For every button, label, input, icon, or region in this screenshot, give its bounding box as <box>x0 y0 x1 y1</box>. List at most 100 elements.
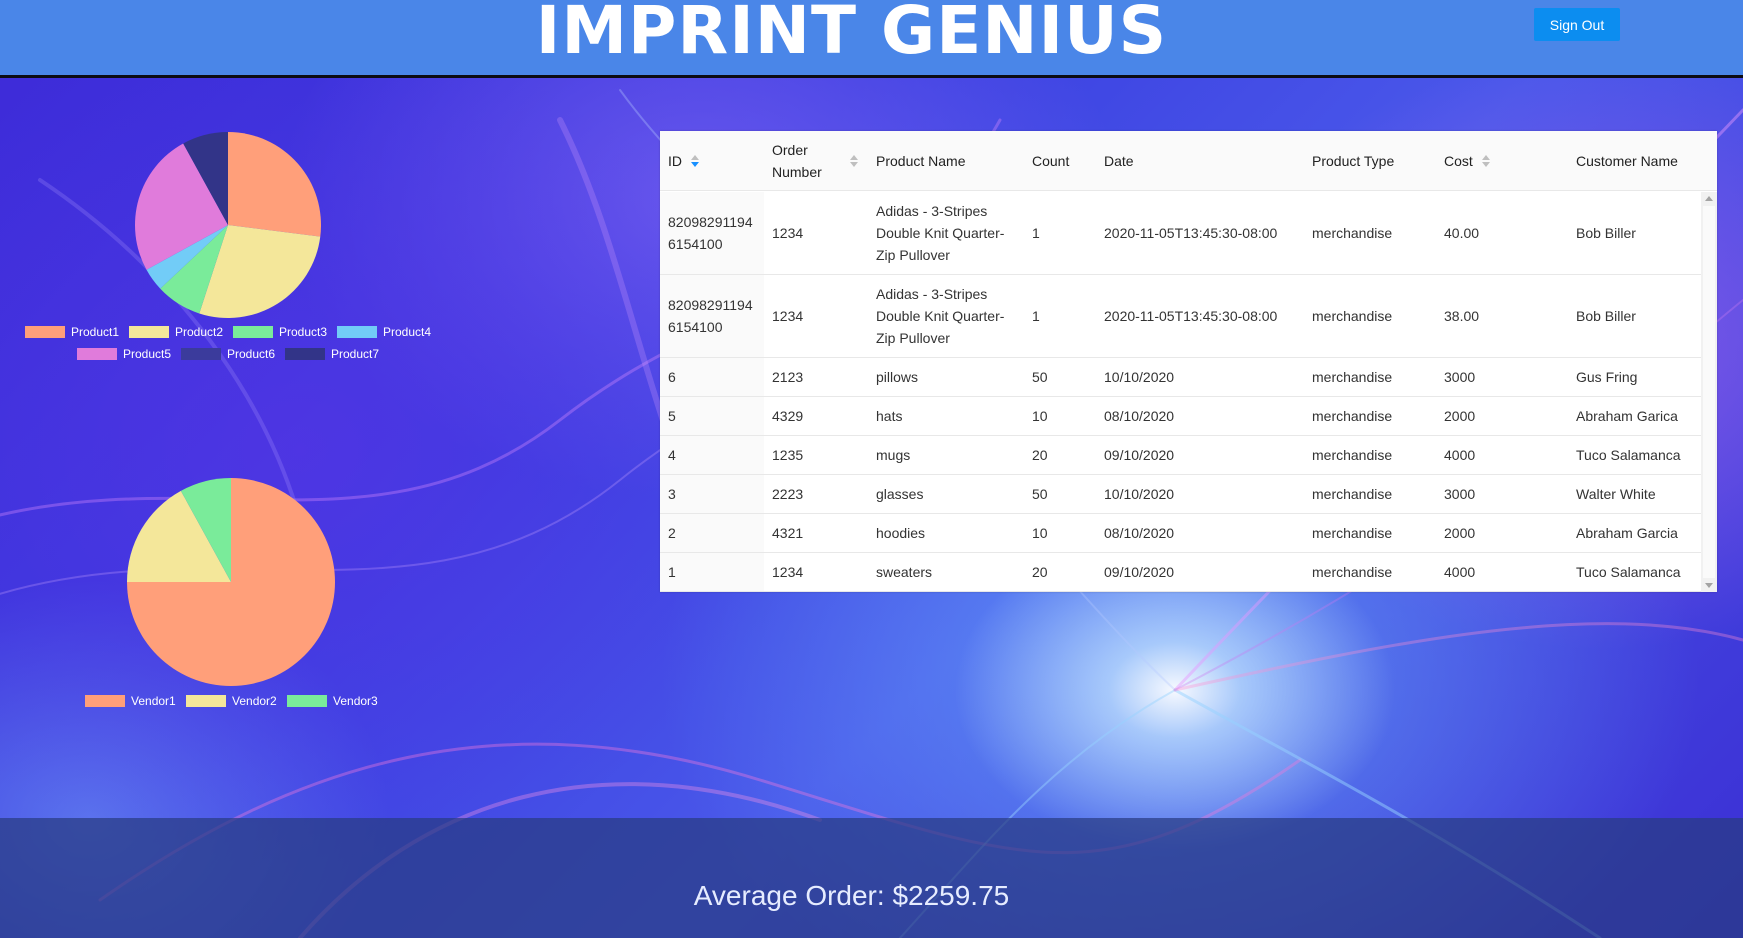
table-row[interactable]: 3 2223 glasses 50 10/10/2020 merchandise 3000 W… <box>660 475 1701 514</box>
table-cell: 1 <box>1032 192 1098 274</box>
cell-text: 2123 <box>772 369 804 385</box>
scrollbar-thumb[interactable] <box>1703 206 1715 578</box>
table-cell: mugs <box>876 436 1026 474</box>
order-number-sort-icon[interactable] <box>850 155 858 169</box>
legend-swatch <box>25 326 65 338</box>
cell-text: Gus Fring <box>1576 369 1638 385</box>
table-cell: 10/10/2020 <box>1104 475 1304 513</box>
cell-text: 40.00 <box>1444 225 1480 241</box>
legend-item-product3[interactable]: Product3 <box>233 325 327 339</box>
legend-swatch <box>181 348 221 360</box>
legend-item-product6[interactable]: Product6 <box>181 347 275 361</box>
cell-text: 6 <box>668 369 676 385</box>
column-header-label: Order Number <box>772 142 822 180</box>
table-scrollbar[interactable] <box>1701 192 1717 592</box>
column-header-label: ID <box>668 153 682 169</box>
table-cell: Tuco Salamanca <box>1576 553 1701 591</box>
cell-text: 08/10/2020 <box>1104 525 1175 541</box>
cell-text: merchandise <box>1312 486 1393 502</box>
legend-item-vendor2[interactable]: Vendor2 <box>186 694 277 708</box>
table-cell: 3000 <box>1444 475 1570 513</box>
cell-text: 1234 <box>772 225 804 241</box>
legend-label: Product6 <box>227 347 276 361</box>
table-row[interactable]: 1 1234 sweaters 20 09/10/2020 merchandise 4000… <box>660 553 1701 592</box>
cell-text: 5 <box>668 408 676 424</box>
table-row[interactable]: 820982911946154100 1234 Adidas - 3-Stripes… <box>660 275 1701 358</box>
cell-text: 1 <box>1032 225 1040 241</box>
cell-text: hats <box>876 408 903 424</box>
column-header-date[interactable]: Date <box>1104 131 1284 191</box>
table-cell: 50 <box>1032 475 1098 513</box>
table-cell: 4000 <box>1444 436 1570 474</box>
table-cell: 2000 <box>1444 514 1570 552</box>
column-header-product-type[interactable]: Product Type <box>1312 131 1432 191</box>
table-cell: merchandise <box>1312 475 1438 513</box>
table-row[interactable]: 4 1235 mugs 20 09/10/2020 merchandise 4000 Tuco… <box>660 436 1701 475</box>
legend-item-vendor3[interactable]: Vendor3 <box>287 694 378 708</box>
table-cell: 4321 <box>772 514 870 552</box>
sign-out-button[interactable]: Sign Out <box>1534 8 1620 41</box>
id-sort-icon[interactable] <box>691 155 699 169</box>
table-body: 820982911946154100 1234 Adidas - 3-Stripes… <box>660 192 1701 592</box>
app-logo: IMPRINT GENIUS <box>535 0 1168 69</box>
legend-label: Product2 <box>175 325 224 339</box>
column-header-label: Product Type <box>1312 153 1395 169</box>
scroll-down-arrow-icon[interactable] <box>1705 583 1713 588</box>
legend-swatch <box>186 695 226 707</box>
cell-text: 1234 <box>772 564 804 580</box>
column-header-id[interactable]: ID <box>668 131 758 191</box>
column-header-product-name[interactable]: Product Name <box>876 131 1016 191</box>
table-cell: 4 <box>668 436 764 474</box>
table-cell: 09/10/2020 <box>1104 553 1304 591</box>
legend-label: Product1 <box>71 325 120 339</box>
column-header-count[interactable]: Count <box>1032 131 1092 191</box>
table-cell: 10 <box>1032 397 1098 435</box>
column-header-customer-name[interactable]: Customer Name <box>1576 131 1706 191</box>
cell-text: 3 <box>668 486 676 502</box>
table-cell: Bob Biller <box>1576 192 1701 274</box>
legend-item-vendor1[interactable]: Vendor1 <box>85 694 176 708</box>
table-cell: 3 <box>668 475 764 513</box>
table-cell: Adidas - 3-Stripes Double Knit Quarter-Z… <box>876 275 1026 357</box>
table-row[interactable]: 6 2123 pillows 50 10/10/2020 merchandise 3000 G… <box>660 358 1701 397</box>
table-cell: 20 <box>1032 436 1098 474</box>
legend-item-product2[interactable]: Product2 <box>129 325 223 339</box>
legend-swatch <box>287 695 327 707</box>
legend-item-product4[interactable]: Product4 <box>337 325 431 339</box>
table-cell: hoodies <box>876 514 1026 552</box>
legend-item-product5[interactable]: Product5 <box>77 347 171 361</box>
legend-item-product1[interactable]: Product1 <box>25 325 119 339</box>
cell-text: 3000 <box>1444 486 1476 502</box>
table-row[interactable]: 5 4329 hats 10 08/10/2020 merchandise 2000 Abra… <box>660 397 1701 436</box>
cell-text: Tuco Salamanca <box>1576 564 1681 580</box>
table-cell: 2123 <box>772 358 870 396</box>
legend-label: Vendor1 <box>131 694 176 708</box>
cell-text: 09/10/2020 <box>1104 564 1175 580</box>
cell-text: merchandise <box>1312 525 1393 541</box>
cell-text: Abraham Garica <box>1576 408 1678 424</box>
cell-text: merchandise <box>1312 408 1393 424</box>
table-row[interactable]: 820982911946154100 1234 Adidas - 3-Stripes… <box>660 192 1701 275</box>
cell-text: pillows <box>876 369 919 385</box>
table-cell: merchandise <box>1312 358 1438 396</box>
vendor-pie-legend: Vendor1 Vendor2 Vendor3 <box>0 694 440 714</box>
column-header-cost[interactable]: Cost <box>1444 131 1484 191</box>
vendor-pie-svg <box>127 478 335 686</box>
cell-text: 38.00 <box>1444 308 1480 324</box>
cost-sort-icon[interactable] <box>1482 155 1490 169</box>
cell-text: 820982911946154100 <box>668 297 753 335</box>
table-cell: merchandise <box>1312 192 1438 274</box>
legend-swatch <box>337 326 377 338</box>
scroll-up-arrow-icon[interactable] <box>1705 196 1713 201</box>
column-header-order-number[interactable]: Order Number <box>772 131 842 191</box>
cell-text: 20 <box>1032 447 1048 463</box>
table-cell: 4000 <box>1444 553 1570 591</box>
table-cell: 4329 <box>772 397 870 435</box>
cell-text: 1234 <box>772 308 804 324</box>
legend-item-product7[interactable]: Product7 <box>285 347 379 361</box>
table-row[interactable]: 2 4321 hoodies 10 08/10/2020 merchandise 2000 A… <box>660 514 1701 553</box>
table-cell: 08/10/2020 <box>1104 514 1304 552</box>
table-cell: 09/10/2020 <box>1104 436 1304 474</box>
pie-slice-product1[interactable] <box>228 132 321 237</box>
table-cell: 1234 <box>772 553 870 591</box>
